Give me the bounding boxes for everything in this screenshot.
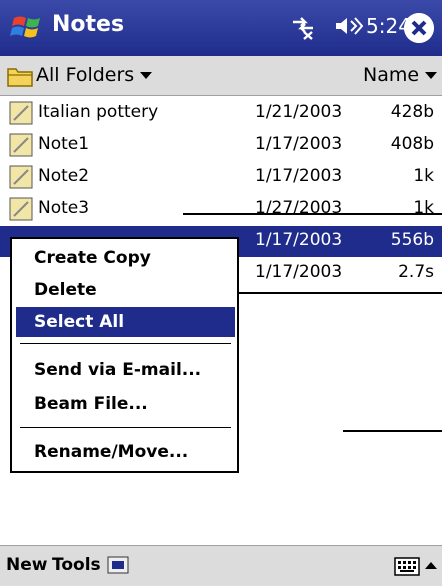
folder-dropdown-label: All Folders bbox=[36, 64, 135, 86]
speaker-icon[interactable] bbox=[333, 14, 363, 38]
folder-header: All Folders Name bbox=[0, 56, 442, 96]
callout-line bbox=[183, 213, 442, 215]
callout-line bbox=[343, 430, 442, 432]
note-icon bbox=[9, 197, 33, 221]
callout-line bbox=[212, 292, 442, 294]
file-name: Note2 bbox=[38, 166, 90, 186]
list-item[interactable]: Note3 1/27/2003 1k bbox=[0, 194, 442, 225]
sort-dropdown[interactable]: Name bbox=[363, 64, 438, 86]
app-title: Notes bbox=[52, 12, 125, 37]
sort-dropdown-label: Name bbox=[363, 64, 420, 86]
recording-toolbar-icon[interactable] bbox=[107, 556, 129, 574]
file-date: 1/17/2003 bbox=[255, 230, 343, 250]
menu-item-send-email[interactable]: Send via E-mail... bbox=[16, 355, 235, 385]
chevron-up-icon[interactable] bbox=[422, 554, 440, 578]
note-icon bbox=[9, 165, 33, 189]
file-size: 1k bbox=[413, 198, 434, 218]
menu-item-rename-move[interactable]: Rename/Move... bbox=[16, 437, 235, 467]
list-item[interactable]: Note2 1/17/2003 1k bbox=[0, 162, 442, 193]
chevron-down-icon bbox=[140, 72, 153, 79]
chevron-down-icon bbox=[425, 72, 438, 79]
context-menu: Create Copy Delete Select All Send via E… bbox=[10, 237, 239, 473]
menu-item-select-all[interactable]: Select All bbox=[16, 307, 235, 337]
list-item[interactable]: Note1 1/17/2003 408b bbox=[0, 130, 442, 161]
note-icon bbox=[9, 101, 33, 125]
folder-icon bbox=[7, 68, 33, 87]
file-size: 556b bbox=[390, 230, 434, 250]
menu-divider bbox=[20, 427, 231, 428]
file-size: 428b bbox=[390, 102, 434, 122]
file-date: 1/21/2003 bbox=[255, 102, 343, 122]
menu-divider bbox=[20, 343, 231, 344]
file-size: 2.7s bbox=[398, 262, 434, 282]
file-name: Note3 bbox=[38, 198, 90, 218]
menu-item-delete[interactable]: Delete bbox=[16, 275, 235, 305]
file-size: 408b bbox=[390, 134, 434, 154]
menu-item-beam-file[interactable]: Beam File... bbox=[16, 389, 235, 419]
menu-bar: New Tools bbox=[0, 545, 442, 586]
file-name: Note1 bbox=[38, 134, 90, 154]
note-icon bbox=[9, 133, 33, 157]
file-date: 1/17/2003 bbox=[255, 166, 343, 186]
menu-item-create-copy[interactable]: Create Copy bbox=[16, 243, 235, 273]
list-item[interactable]: Italian pottery 1/21/2003 428b bbox=[0, 98, 442, 129]
file-date: 1/17/2003 bbox=[255, 262, 343, 282]
title-bar: Notes 5:24 bbox=[0, 0, 442, 56]
connectivity-icon[interactable] bbox=[289, 14, 317, 40]
file-date: 1/27/2003 bbox=[255, 198, 343, 218]
close-icon[interactable] bbox=[404, 13, 434, 43]
new-menu[interactable]: New bbox=[6, 555, 47, 575]
keyboard-icon[interactable] bbox=[394, 555, 420, 577]
file-name: Italian pottery bbox=[38, 102, 159, 122]
folder-dropdown[interactable]: All Folders bbox=[36, 64, 153, 86]
file-date: 1/17/2003 bbox=[255, 134, 343, 154]
tools-menu[interactable]: Tools bbox=[52, 555, 101, 575]
windows-start-icon[interactable] bbox=[10, 12, 46, 42]
file-size: 1k bbox=[413, 166, 434, 186]
